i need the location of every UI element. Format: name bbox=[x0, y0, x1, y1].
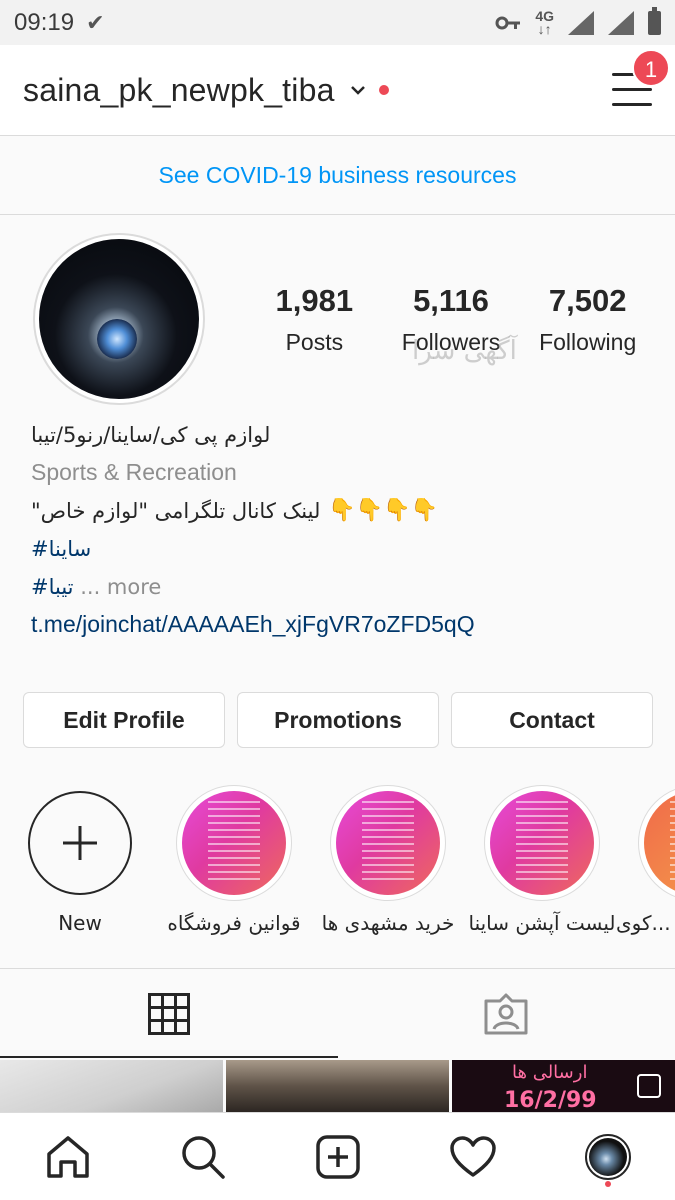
nav-activity[interactable] bbox=[443, 1127, 503, 1187]
key-icon bbox=[495, 16, 521, 29]
home-icon bbox=[46, 1135, 89, 1178]
posts-grid: ارسالی ها 16/2/99 bbox=[0, 1060, 675, 1112]
contact-button[interactable]: Contact bbox=[451, 692, 653, 748]
profile-bio: لوازم پی کی/ساینا/رنو5/تیبا Sports & Rec… bbox=[31, 423, 651, 638]
post-text: ارسالی ها bbox=[512, 1062, 588, 1083]
signal-icon-2 bbox=[608, 10, 634, 35]
plus-icon bbox=[28, 791, 132, 895]
new-activity-dot bbox=[378, 85, 389, 95]
highlight-cover bbox=[644, 791, 675, 895]
highlight-label: قوانین فروشگاه bbox=[167, 911, 301, 935]
followers-count: 5,116 bbox=[413, 283, 489, 318]
highlight-cover bbox=[336, 791, 440, 895]
following-label: Following bbox=[539, 329, 637, 355]
post-thumbnail[interactable]: ارسالی ها 16/2/99 bbox=[452, 1060, 675, 1112]
highlight-saina-options[interactable]: لیست آپشن ساینا bbox=[462, 785, 622, 935]
nav-home[interactable] bbox=[38, 1127, 98, 1187]
edit-profile-button[interactable]: Edit Profile bbox=[23, 692, 225, 748]
stat-following[interactable]: 7,502 Following bbox=[519, 283, 656, 356]
hashtag-line: #تیبا ... more bbox=[31, 575, 651, 599]
grid-icon bbox=[147, 992, 190, 1035]
profile-avatar[interactable] bbox=[33, 233, 205, 405]
notification-dot bbox=[604, 1180, 611, 1187]
tab-tagged[interactable] bbox=[338, 969, 675, 1058]
heart-icon bbox=[449, 1135, 496, 1177]
post-date: 16/2/99 bbox=[504, 1088, 597, 1112]
posts-label: Posts bbox=[285, 329, 344, 355]
post-thumbnail[interactable] bbox=[0, 1060, 223, 1112]
profile-stats: 1,981 Posts 5,116 Followers 7,502 Follow… bbox=[246, 283, 656, 356]
website-link[interactable]: t.me/joinchat/AAAAAEh_xjFgVR7oZFD5qQ bbox=[31, 611, 651, 638]
highlight-cover bbox=[182, 791, 286, 895]
profile-name: لوازم پی کی/ساینا/رنو5/تیبا bbox=[31, 423, 271, 447]
highlight-label: New bbox=[58, 911, 102, 935]
tagged-person-icon bbox=[484, 993, 528, 1034]
check-icon: ✔ bbox=[86, 9, 105, 35]
post-thumbnail[interactable] bbox=[226, 1060, 449, 1112]
stat-posts[interactable]: 1,981 Posts bbox=[246, 283, 383, 356]
avatar-image bbox=[39, 239, 199, 399]
highlight-mashhad[interactable]: خرید مشهدی ها bbox=[308, 785, 468, 935]
profile-avatar-small bbox=[584, 1133, 631, 1180]
story-highlights: New قوانین فروشگاه خرید مشهدی ها لیست آپ… bbox=[0, 785, 675, 940]
battery-icon bbox=[648, 6, 661, 35]
highlight-partial[interactable]: کوی... bbox=[616, 785, 675, 935]
pointing-down-emojis: 👇👇👇👇 bbox=[328, 498, 438, 523]
notification-badge: 1 bbox=[632, 49, 670, 87]
highlight-store-rules[interactable]: قوانین فروشگاه bbox=[154, 785, 314, 935]
carousel-icon bbox=[637, 1074, 661, 1098]
more-link[interactable]: ... more bbox=[80, 575, 161, 599]
network-type: 4G ↓↑ bbox=[535, 7, 554, 37]
status-time: 09:19 bbox=[14, 8, 75, 36]
followers-label: Followers bbox=[401, 329, 501, 355]
highlight-label: کوی... bbox=[616, 911, 671, 935]
status-bar: 09:19 ✔ 4G ↓↑ bbox=[0, 0, 675, 45]
highlight-label: لیست آپشن ساینا bbox=[468, 911, 616, 935]
bottom-navigation bbox=[0, 1112, 675, 1200]
account-username[interactable]: saina_pk_newpk_tiba bbox=[23, 72, 335, 109]
hashtag-saina[interactable]: #ساینا bbox=[31, 537, 651, 561]
bio-text: "لینک کانال تلگرامی "لوازم خاص 👇👇👇👇 bbox=[31, 498, 651, 523]
posts-count: 1,981 bbox=[275, 283, 354, 318]
profile-tabs bbox=[0, 968, 675, 1058]
profile-actions: Edit Profile Promotions Contact bbox=[23, 692, 653, 748]
hashtag-tiba[interactable]: #تیبا bbox=[31, 575, 74, 599]
nav-profile[interactable] bbox=[578, 1127, 638, 1187]
chevron-down-icon[interactable] bbox=[350, 85, 365, 95]
covid-resources-link[interactable]: See COVID-19 business resources bbox=[159, 162, 517, 189]
highlight-new[interactable]: New bbox=[0, 785, 160, 935]
promotions-button[interactable]: Promotions bbox=[237, 692, 439, 748]
stat-followers[interactable]: 5,116 Followers bbox=[383, 283, 520, 356]
status-icons: 4G ↓↑ bbox=[495, 6, 661, 37]
signal-icon bbox=[568, 10, 594, 35]
nav-create[interactable] bbox=[308, 1127, 368, 1187]
search-icon bbox=[181, 1135, 225, 1179]
bio-line-text: "لینک کانال تلگرامی "لوازم خاص bbox=[31, 498, 321, 523]
nav-search[interactable] bbox=[173, 1127, 233, 1187]
profile-category: Sports & Recreation bbox=[31, 459, 237, 485]
following-count: 7,502 bbox=[548, 283, 627, 318]
covid-banner: See COVID-19 business resources bbox=[0, 137, 675, 215]
add-post-icon bbox=[315, 1134, 360, 1179]
tab-grid[interactable] bbox=[0, 969, 338, 1058]
profile-header-bar: saina_pk_newpk_tiba 1 bbox=[0, 45, 675, 136]
highlight-cover bbox=[490, 791, 594, 895]
menu-button[interactable]: 1 bbox=[612, 49, 670, 107]
highlight-label: خرید مشهدی ها bbox=[321, 911, 455, 935]
